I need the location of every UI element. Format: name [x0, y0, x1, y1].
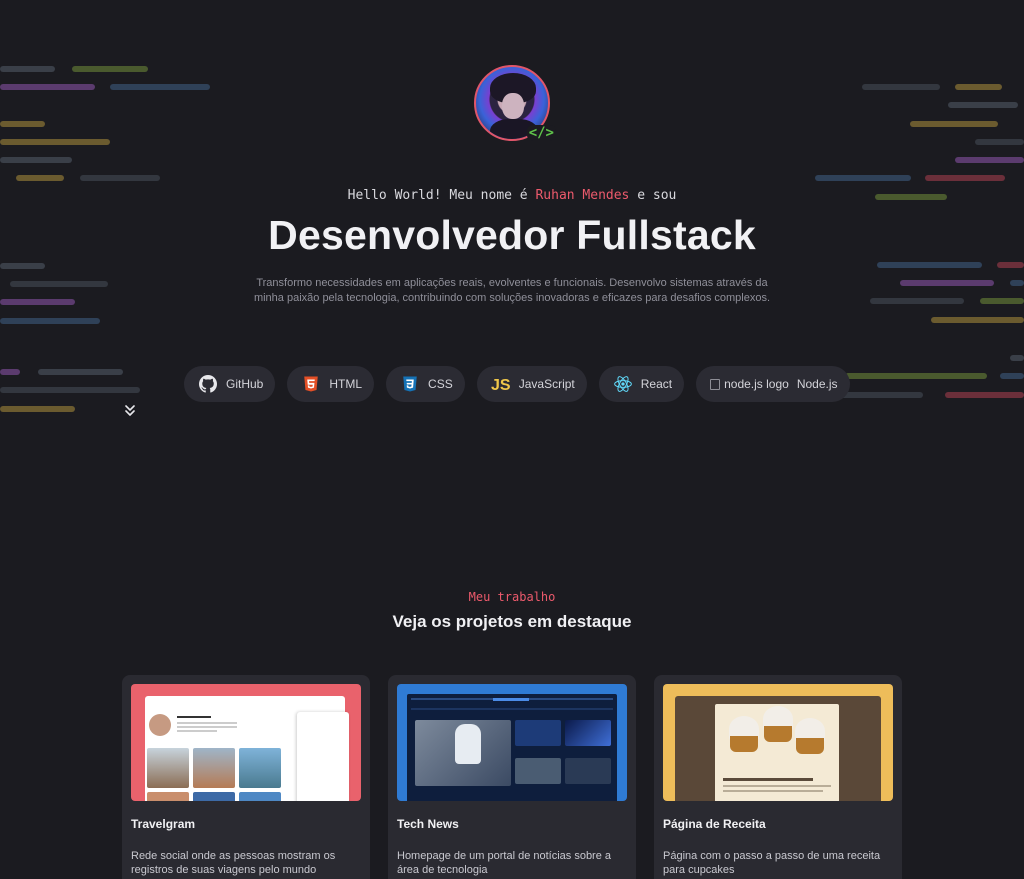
tech-chip-javascript[interactable]: JS JavaScript [476, 366, 587, 402]
broken-image-icon [710, 378, 721, 390]
developer-name: Ruhan Mendes [535, 188, 630, 203]
project-description: Página com o passo a passo de uma receit… [663, 850, 881, 876]
tech-stack-list: GitHub HTML CSS JS JavaScript React node… [184, 366, 850, 402]
github-icon [198, 374, 218, 394]
tech-chip-nodejs[interactable]: node.js logo Node.js [696, 366, 850, 402]
css3-icon [400, 374, 420, 394]
section-title: Veja os projetos em destaque [392, 612, 632, 631]
hero-title: Desenvolvedor Fullstack [268, 212, 756, 258]
nodejs-icon: node.js logo [710, 377, 789, 391]
tech-chip-github[interactable]: GitHub [184, 366, 276, 402]
project-thumbnail [397, 684, 627, 801]
section-kicker: Meu trabalho [468, 590, 556, 604]
project-card-pagina-de-receita[interactable]: Página de Receita Página com o passo a p… [654, 675, 902, 879]
hero-greeting: Hello World! Meu nome é Ruhan Mendes e s… [0, 188, 1024, 203]
project-card-travelgram[interactable]: Travelgram Rede social onde as pessoas m… [122, 675, 370, 879]
profile-avatar: </> [474, 65, 556, 141]
svg-text:JS: JS [491, 377, 511, 393]
projects-list: Travelgram Rede social onde as pessoas m… [122, 675, 902, 879]
tech-label: HTML [329, 377, 363, 391]
project-title: Travelgram [131, 817, 196, 831]
scroll-down-icon[interactable] [123, 402, 137, 416]
project-thumbnail [663, 684, 893, 801]
react-icon [613, 374, 633, 394]
project-card-tech-news[interactable]: Tech News Homepage de um portal de notíc… [388, 675, 636, 879]
tech-label: GitHub [226, 377, 264, 391]
html5-icon [301, 374, 321, 394]
project-title: Tech News [397, 817, 459, 831]
tech-chip-html[interactable]: HTML [287, 366, 375, 402]
greeting-suffix: e sou [637, 188, 677, 203]
tech-chip-react[interactable]: React [598, 366, 685, 402]
tech-label: CSS [428, 377, 453, 391]
project-title: Página de Receita [663, 817, 766, 831]
tech-label: Node.js [796, 377, 838, 391]
tech-chip-css[interactable]: CSS [386, 366, 465, 402]
project-description: Homepage de um portal de notícias sobre … [397, 850, 612, 876]
project-description: Rede social onde as pessoas mostram os r… [131, 850, 336, 876]
nodejs-logo-alt: node.js logo [724, 377, 789, 391]
code-brackets-icon: </> [526, 125, 556, 141]
javascript-icon: JS [491, 374, 511, 394]
tech-label: React [640, 377, 673, 391]
greeting-prefix: Hello World! Meu nome é [347, 188, 528, 203]
tech-label: JavaScript [518, 377, 575, 391]
project-thumbnail [131, 684, 361, 801]
hero-description: Transformo necessidades em aplicações re… [253, 277, 771, 304]
